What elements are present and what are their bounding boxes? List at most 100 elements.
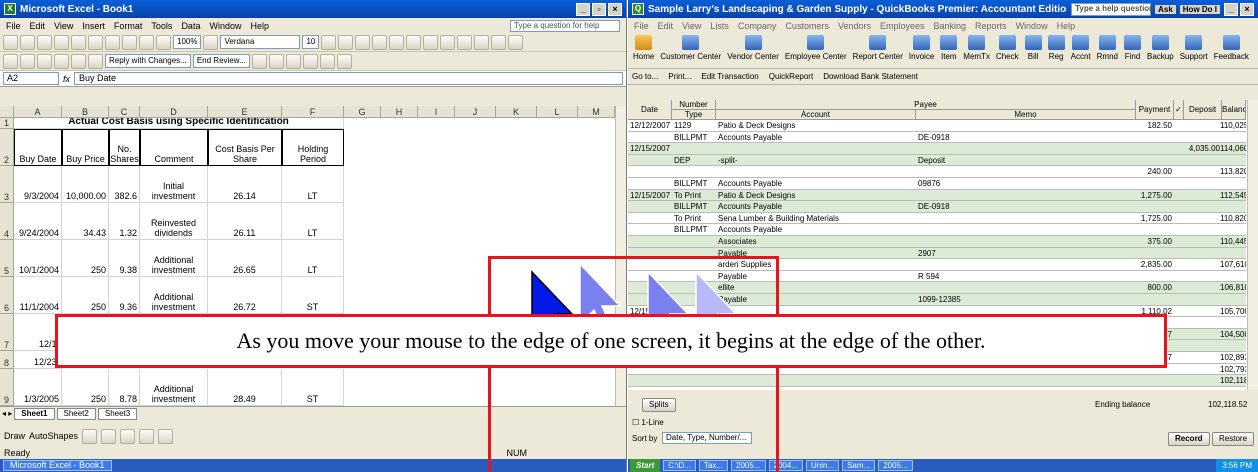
align-center-icon[interactable] bbox=[389, 34, 405, 50]
row-header[interactable]: 5 bbox=[0, 240, 14, 277]
align-right-icon[interactable] bbox=[406, 34, 422, 50]
percent-icon[interactable] bbox=[457, 34, 473, 50]
qb-register-scrollbar[interactable] bbox=[1247, 100, 1258, 390]
qb-rmnd-button[interactable]: Rmnd bbox=[1094, 35, 1121, 61]
qb-report-center-button[interactable]: Report Center bbox=[850, 35, 906, 61]
print-button[interactable]: Print... bbox=[668, 72, 691, 81]
currency-icon[interactable] bbox=[440, 34, 456, 50]
qb-vendor-center-button[interactable]: Vendor Center bbox=[724, 35, 782, 61]
sheet-tab-1[interactable]: Sheet1 bbox=[14, 407, 55, 420]
edit-transaction-button[interactable]: Edit Transaction bbox=[701, 72, 758, 81]
zoom-select[interactable]: 100% bbox=[173, 35, 202, 49]
close-icon[interactable]: × bbox=[608, 2, 622, 16]
table-cell[interactable]: 26.14 bbox=[208, 166, 282, 203]
qb-item-button[interactable]: Item bbox=[937, 35, 960, 61]
help-icon[interactable] bbox=[203, 34, 219, 50]
align-left-icon[interactable] bbox=[372, 34, 388, 50]
col-header-i[interactable]: I bbox=[418, 106, 455, 118]
preview-icon[interactable] bbox=[71, 34, 86, 50]
taskbar-item[interactable]: 2005... bbox=[731, 460, 766, 471]
table-cell[interactable]: 250 bbox=[62, 240, 109, 277]
taskbar-item[interactable]: Unin... bbox=[805, 460, 840, 471]
close-icon[interactable]: × bbox=[1240, 2, 1254, 16]
menu-tools[interactable]: Tools bbox=[151, 21, 172, 31]
table-cell[interactable]: 28.49 bbox=[208, 369, 282, 406]
col-cleared[interactable]: ✓ bbox=[1174, 100, 1184, 120]
header-cost-basis[interactable]: Cost Basis Per Share bbox=[208, 129, 282, 166]
table-cell[interactable]: Additional investment bbox=[140, 369, 208, 406]
font-size-select[interactable]: 10 bbox=[302, 35, 320, 49]
register-row[interactable]: 12/15/2007 To Print Patio & Deck Designs 1,… bbox=[628, 189, 1246, 202]
register-row[interactable]: Payable 2907 bbox=[628, 247, 1246, 260]
table-cell[interactable]: Additional investment bbox=[140, 240, 208, 277]
qb-menu-reports[interactable]: Reports bbox=[975, 21, 1007, 31]
table-cell[interactable]: 9/3/2004 bbox=[14, 166, 62, 203]
qb-menu-lists[interactable]: Lists bbox=[710, 21, 729, 31]
splits-button[interactable]: Splits bbox=[642, 398, 676, 412]
qb-invoice-button[interactable]: Invoice bbox=[906, 35, 937, 61]
new-icon[interactable] bbox=[3, 34, 18, 50]
fill-color-icon[interactable] bbox=[491, 34, 507, 50]
register-row[interactable]: DEP -split- Deposit bbox=[628, 154, 1246, 167]
menu-help[interactable]: Help bbox=[250, 21, 269, 31]
qb-title-bar[interactable]: Q Sample Larry's Landscaping & Garden Su… bbox=[628, 0, 1258, 18]
wordart-icon[interactable] bbox=[302, 53, 318, 69]
table-title[interactable]: Actual Cost Basis using Specific Identif… bbox=[14, 118, 344, 129]
row-header[interactable]: 4 bbox=[0, 203, 14, 240]
qb-menu-company[interactable]: Company bbox=[738, 21, 777, 31]
col-header-j[interactable]: J bbox=[455, 106, 496, 118]
record-button[interactable]: Record bbox=[1168, 432, 1210, 446]
table-cell[interactable]: Initial investment bbox=[140, 166, 208, 203]
menu-format[interactable]: Format bbox=[114, 21, 143, 31]
sort-icon[interactable] bbox=[156, 34, 171, 50]
menu-data[interactable]: Data bbox=[181, 21, 200, 31]
font-color-icon[interactable] bbox=[508, 34, 524, 50]
row-header[interactable]: 9 bbox=[0, 369, 14, 406]
table-cell[interactable]: 26.72 bbox=[208, 277, 282, 314]
quickreport-button[interactable]: QuickReport bbox=[769, 72, 813, 81]
start-button[interactable]: Start bbox=[630, 459, 661, 472]
end-review[interactable]: End Review... bbox=[192, 54, 250, 68]
cut-icon[interactable] bbox=[105, 34, 120, 50]
register-row[interactable]: 12/12/2007 1129 Patio & Deck Designs 182.50… bbox=[628, 120, 1246, 132]
table-cell[interactable]: LT bbox=[282, 203, 344, 240]
table-cell[interactable]: 10/1/2004 bbox=[14, 240, 62, 277]
register-row[interactable]: BILLPMT Accounts Payable DE-0918 bbox=[628, 132, 1246, 144]
open-icon[interactable] bbox=[20, 34, 35, 50]
spell-icon[interactable] bbox=[88, 34, 103, 50]
font-select[interactable]: Verdana bbox=[220, 35, 301, 49]
table-cell[interactable]: ST bbox=[282, 277, 344, 314]
row-header[interactable]: 6 bbox=[0, 277, 14, 314]
menu-insert[interactable]: Insert bbox=[82, 21, 105, 31]
table-cell[interactable]: 1.32 bbox=[109, 203, 140, 240]
reply-with-changes[interactable]: Reply with Changes... bbox=[105, 54, 191, 68]
autosum-icon[interactable] bbox=[139, 34, 154, 50]
table-cell[interactable]: 8.78 bbox=[109, 369, 140, 406]
text-icon[interactable] bbox=[336, 53, 352, 69]
borders-icon[interactable] bbox=[474, 34, 490, 50]
fx-icon[interactable]: fx bbox=[63, 74, 70, 84]
header-holding-period[interactable]: Holding Period bbox=[282, 129, 344, 166]
align-icon[interactable] bbox=[319, 53, 335, 69]
qb-menu-window[interactable]: Window bbox=[1016, 21, 1048, 31]
qb-memtx-button[interactable]: MemTx bbox=[960, 35, 993, 61]
autoshapes-menu[interactable]: AutoShapes bbox=[29, 431, 78, 441]
qb-reg-button[interactable]: Reg bbox=[1045, 35, 1068, 61]
oval-icon[interactable] bbox=[139, 428, 155, 444]
restore-button[interactable]: Restore bbox=[1212, 432, 1255, 446]
sheet-tab-2[interactable]: Sheet2 bbox=[56, 407, 96, 420]
qb-check-button[interactable]: Check bbox=[993, 35, 1022, 61]
taskbar-item[interactable]: Tax... bbox=[698, 460, 729, 471]
col-deposit[interactable]: Deposit bbox=[1184, 100, 1222, 120]
bold-icon[interactable] bbox=[321, 34, 337, 50]
qb-employee-center-button[interactable]: Employee Center bbox=[782, 35, 850, 61]
table-cell[interactable]: ST bbox=[282, 369, 344, 406]
mail-icon[interactable] bbox=[54, 53, 69, 69]
save-icon[interactable] bbox=[37, 34, 52, 50]
line-icon[interactable] bbox=[82, 428, 98, 444]
qb-backup-button[interactable]: Backup bbox=[1144, 35, 1177, 61]
register-row[interactable]: 102,118.52 bbox=[628, 375, 1246, 387]
qb-home-button[interactable]: Home bbox=[630, 35, 657, 61]
row-header[interactable]: 2 bbox=[0, 129, 14, 166]
header-buy-date[interactable]: Buy Date bbox=[14, 129, 62, 166]
